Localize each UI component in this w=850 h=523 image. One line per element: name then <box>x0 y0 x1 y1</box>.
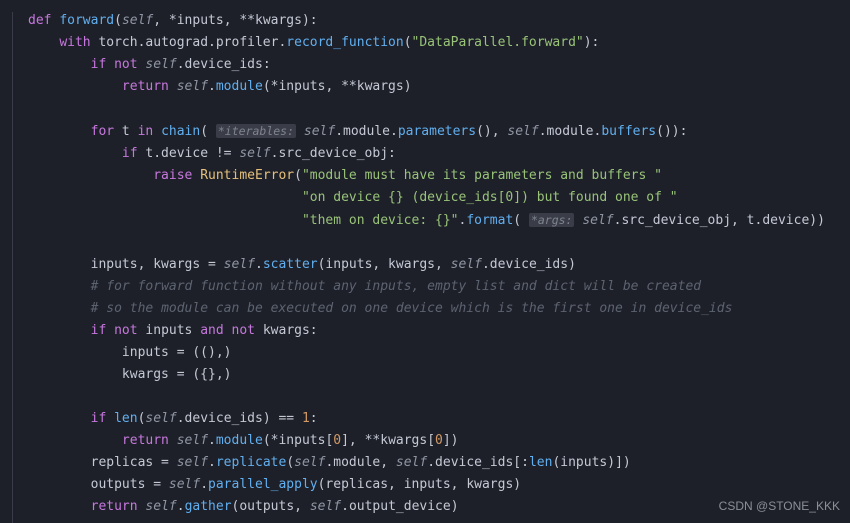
code-line: # for forward function without any input… <box>28 279 701 294</box>
code-line: return self.module(*inputs[0], **kwargs[… <box>28 433 459 448</box>
code-line: replicas = self.replicate(self.module, s… <box>28 455 631 470</box>
code-line: for t in chain( *iterables: self.module.… <box>28 124 687 139</box>
code-line: "them on device: {}".format( *args: self… <box>28 213 825 228</box>
code-line: inputs = ((),) <box>28 345 232 360</box>
code-block: def forward(self, *inputs, **kwargs): wi… <box>0 0 850 518</box>
code-line: kwargs = ({},) <box>28 367 232 382</box>
code-line: def forward(self, *inputs, **kwargs): <box>28 13 318 28</box>
param-hint: *iterables: <box>216 124 296 138</box>
code-line: if not self.device_ids: <box>28 57 271 72</box>
code-line: with torch.autograd.profiler.record_func… <box>28 35 599 50</box>
watermark: CSDN @STONE_KKK <box>719 495 840 517</box>
code-line: "on device {} (device_ids[0]) but found … <box>28 190 678 205</box>
code-line: inputs, kwargs = self.scatter(inputs, kw… <box>28 257 576 272</box>
code-line: raise RuntimeError("module must have its… <box>28 168 662 183</box>
code-line: # so the module can be executed on one d… <box>28 301 732 316</box>
code-line: if t.device != self.src_device_obj: <box>28 146 396 161</box>
indent-guide <box>12 12 13 523</box>
code-line: if len(self.device_ids) == 1: <box>28 411 318 426</box>
code-line: if not inputs and not kwargs: <box>28 323 318 338</box>
param-hint: *args: <box>529 213 575 227</box>
code-line: return self.gather(outputs, self.output_… <box>28 499 459 514</box>
code-line: return self.module(*inputs, **kwargs) <box>28 79 412 94</box>
code-line: outputs = self.parallel_apply(replicas, … <box>28 477 521 492</box>
